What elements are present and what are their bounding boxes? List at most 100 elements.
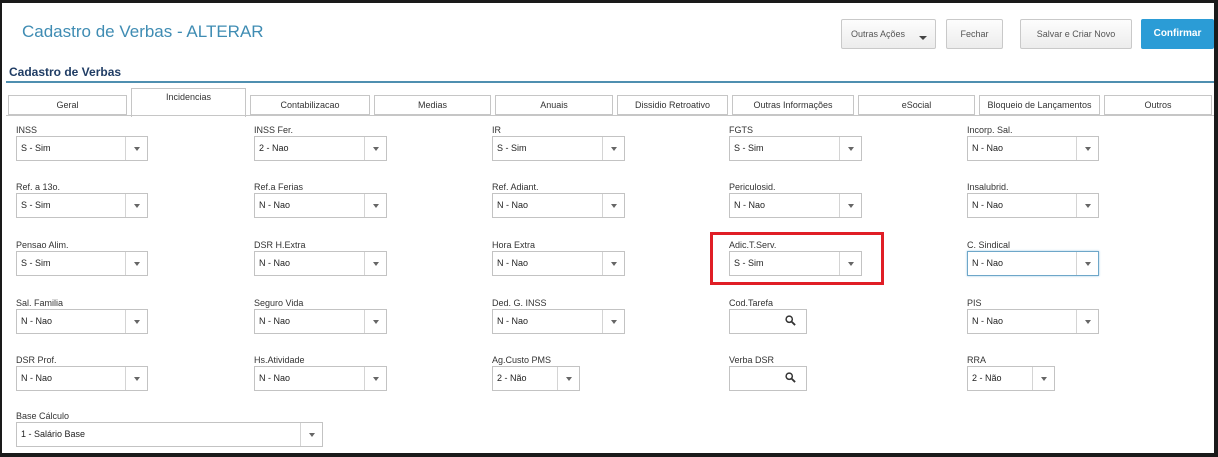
tab-underline: [6, 115, 1214, 116]
section-divider: [6, 81, 1214, 83]
select-value: N - Nao: [21, 316, 53, 326]
chevron-down-icon: [1041, 377, 1047, 381]
field-label: Pensao Alim.: [16, 240, 69, 250]
tab-anuais[interactable]: Anuais: [495, 95, 613, 115]
tab-contabilizacao[interactable]: Contabilizacao: [250, 95, 370, 115]
field-label: Ag.Custo PMS: [492, 355, 552, 365]
field-label: DSR Prof.: [16, 355, 57, 365]
tab-dissidio-retroativo[interactable]: Dissidio Retroativo: [617, 95, 728, 115]
select-divider: [300, 423, 301, 446]
verba-dsr-input[interactable]: [729, 366, 807, 391]
tab-esocial[interactable]: eSocial: [858, 95, 975, 115]
chevron-down-icon: [611, 262, 617, 266]
ded-g-inss-select[interactable]: N - Nao: [492, 309, 625, 334]
field-label: Periculosid.: [729, 182, 776, 192]
select-divider: [602, 252, 603, 275]
chevron-down-icon: [373, 204, 379, 208]
chevron-down-icon: [566, 377, 572, 381]
section-title: Cadastro de Verbas: [9, 65, 122, 79]
search-icon[interactable]: [785, 372, 796, 383]
select-value: 1 - Salário Base: [21, 429, 86, 439]
field-label: Incorp. Sal.: [967, 125, 1013, 135]
close-button[interactable]: Fechar: [946, 19, 1003, 49]
field-label: Insalubrid.: [967, 182, 1009, 192]
more-actions-label: Outras Ações: [851, 29, 906, 39]
inss-fer-select[interactable]: 2 - Nao: [254, 136, 387, 161]
select-value: N - Nao: [972, 143, 1004, 153]
tab-geral[interactable]: Geral: [8, 95, 127, 115]
chevron-down-icon: [134, 320, 140, 324]
tab-medias[interactable]: Medias: [374, 95, 491, 115]
chevron-down-icon: [373, 320, 379, 324]
field-label: Cod.Tarefa: [729, 298, 774, 308]
select-value: N - Nao: [972, 316, 1004, 326]
select-divider: [125, 252, 126, 275]
select-value: N - Nao: [259, 373, 291, 383]
select-value: N - Nao: [259, 258, 291, 268]
ir-select[interactable]: S - Sim: [492, 136, 625, 161]
select-divider: [1032, 367, 1033, 390]
select-divider: [602, 310, 603, 333]
select-value: S - Sim: [21, 143, 51, 153]
select-value: N - Nao: [21, 373, 53, 383]
tab-outros[interactable]: Outros: [1104, 95, 1212, 115]
field-label: Ref. Adiant.: [492, 182, 539, 192]
rra-select[interactable]: 2 - Não: [967, 366, 1055, 391]
more-actions-button[interactable]: Outras Ações: [841, 19, 936, 49]
field-label: Seguro Vida: [254, 298, 304, 308]
confirm-button[interactable]: Confirmar: [1141, 19, 1214, 49]
sal-familia-select[interactable]: N - Nao: [16, 309, 148, 334]
select-value: N - Nao: [972, 200, 1004, 210]
select-divider: [1076, 252, 1077, 275]
periculosid-select[interactable]: N - Nao: [729, 193, 862, 218]
hs-atividade-select[interactable]: N - Nao: [254, 366, 387, 391]
select-divider: [839, 194, 840, 217]
inss-select[interactable]: S - Sim: [16, 136, 148, 161]
cod-tarefa-input[interactable]: [729, 309, 807, 334]
insalubrid-select[interactable]: N - Nao: [967, 193, 1099, 218]
field-label: Hs.Atividade: [254, 355, 305, 365]
field-label: RRA: [967, 355, 987, 365]
ref-13o-select[interactable]: S - Sim: [16, 193, 148, 218]
app-window: Cadastro de Verbas - ALTERAR Outras Açõe…: [2, 3, 1214, 453]
select-value: S - Sim: [497, 143, 527, 153]
pis-select[interactable]: N - Nao: [967, 309, 1099, 334]
dsr-hextra-select[interactable]: N - Nao: [254, 251, 387, 276]
fgts-select[interactable]: S - Sim: [729, 136, 862, 161]
select-value: S - Sim: [21, 200, 51, 210]
incorp-sal-select[interactable]: N - Nao: [967, 136, 1099, 161]
chevron-down-icon: [134, 147, 140, 151]
select-value: 2 - Não: [497, 373, 527, 383]
field-label: Verba DSR: [729, 355, 775, 365]
base-calculo-select[interactable]: 1 - Salário Base: [16, 422, 323, 447]
select-divider: [364, 367, 365, 390]
tab-bloqueio-lancamentos[interactable]: Bloqueio de Lançamentos: [979, 95, 1100, 115]
select-value: N - Nao: [259, 200, 291, 210]
save-and-new-button[interactable]: Salvar e Criar Novo: [1020, 19, 1132, 49]
select-value: N - Nao: [734, 200, 766, 210]
chevron-down-icon: [1085, 262, 1091, 266]
select-value: N - Nao: [497, 200, 529, 210]
pensao-alim-select[interactable]: S - Sim: [16, 251, 148, 276]
dsr-prof-select[interactable]: N - Nao: [16, 366, 148, 391]
search-icon[interactable]: [785, 315, 796, 326]
caret-down-icon: [919, 36, 927, 40]
ag-custo-pms-select[interactable]: 2 - Não: [492, 366, 580, 391]
chevron-down-icon: [611, 320, 617, 324]
hora-extra-select[interactable]: N - Nao: [492, 251, 625, 276]
tab-outras-informacoes[interactable]: Outras Informações: [732, 95, 854, 115]
field-label: INSS: [16, 125, 38, 135]
chevron-down-icon: [1085, 204, 1091, 208]
ref-ferias-select[interactable]: N - Nao: [254, 193, 387, 218]
page-title: Cadastro de Verbas - ALTERAR: [22, 22, 264, 41]
ref-adiant-select[interactable]: N - Nao: [492, 193, 625, 218]
tab-incidencias[interactable]: Incidencias: [131, 88, 246, 117]
seguro-vida-select[interactable]: N - Nao: [254, 309, 387, 334]
select-value: 2 - Nao: [259, 143, 289, 153]
chevron-down-icon: [373, 377, 379, 381]
select-divider: [1076, 137, 1077, 160]
chevron-down-icon: [309, 433, 315, 437]
c-sindical-select[interactable]: N - Nao: [967, 251, 1099, 276]
select-divider: [125, 367, 126, 390]
chevron-down-icon: [611, 204, 617, 208]
